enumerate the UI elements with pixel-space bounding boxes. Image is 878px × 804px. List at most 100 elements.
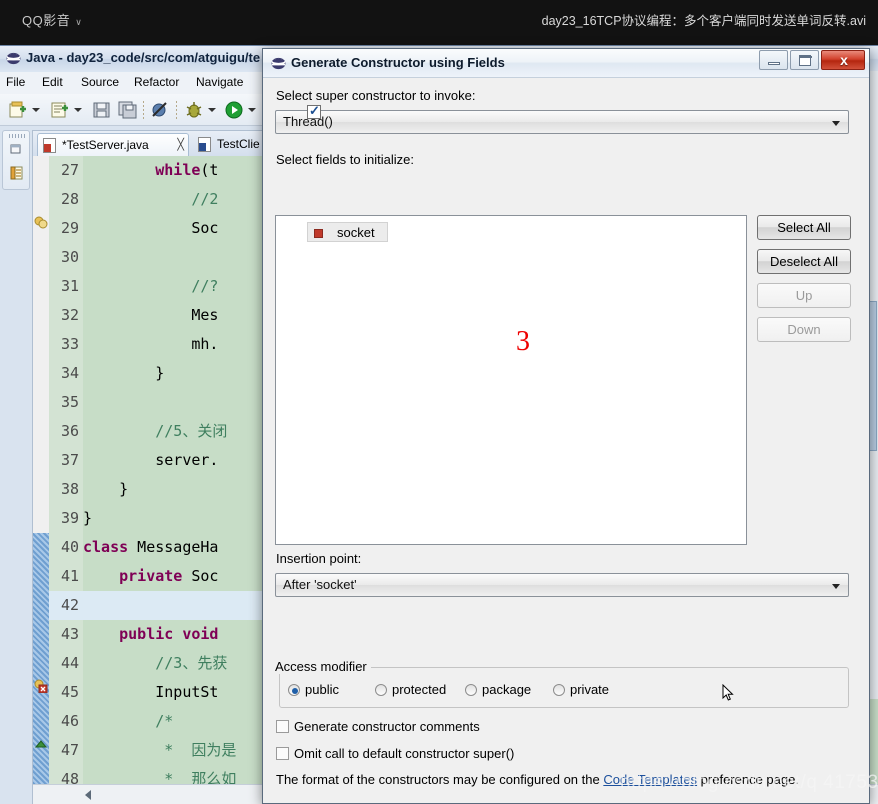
menu-item-source[interactable]: Source — [81, 75, 119, 89]
scroll-left-icon[interactable] — [85, 790, 91, 800]
mouse-cursor-icon — [722, 684, 734, 701]
line-number: 43 — [60, 625, 79, 643]
error-marker-icon[interactable] — [34, 679, 48, 693]
line-number: 40 — [60, 538, 79, 556]
close-button[interactable]: x — [821, 50, 865, 70]
menu-item-edit[interactable]: Edit — [42, 75, 63, 89]
radio-private-label: private — [570, 682, 610, 697]
restore-view-icon[interactable] — [9, 141, 25, 157]
warning-marker-icon[interactable] — [34, 215, 48, 229]
line-number-ruler: 27 28 29 30 31 32 33 34 35 36 37 38 39 40 41 42 43 44 45 46… — [49, 156, 83, 784]
checkbox-generate-comments[interactable]: Generate constructor comments — [276, 719, 480, 734]
editor-tab-testserver[interactable]: *TestServer.java ╳ — [37, 133, 189, 156]
toolbar-separator-2 — [176, 101, 177, 119]
radio-protected[interactable]: protected — [375, 682, 446, 697]
package-explorer-icon[interactable] — [9, 165, 25, 181]
new-wizard-dropdown-icon[interactable] — [74, 108, 82, 112]
radio-icon — [375, 684, 387, 696]
eclipse-dialog-icon — [271, 57, 286, 70]
close-icon: x — [840, 52, 848, 68]
insertion-point-value: After 'socket' — [283, 577, 357, 592]
run-dropdown-icon[interactable] — [248, 108, 256, 112]
java-file-icon — [198, 137, 211, 152]
radio-private[interactable]: private — [553, 682, 609, 697]
fields-label: Select fields to initialize: — [276, 152, 415, 167]
super-constructor-combo[interactable]: Thread() — [275, 110, 849, 134]
chevron-down-icon[interactable] — [832, 121, 840, 126]
access-modifier-label: Access modifier — [271, 659, 371, 674]
line-number: 46 — [60, 712, 79, 730]
eclipse-window-title: Java - day23_code/src/com/atguigu/te — [26, 50, 261, 65]
select-all-button[interactable]: Select All — [757, 215, 851, 240]
line-number: 42 — [49, 591, 83, 620]
eclipse-app-icon — [6, 52, 21, 65]
editor-tab-testserver-label: *TestServer.java — [62, 138, 149, 152]
move-down-button[interactable]: Down — [757, 317, 851, 342]
code-templates-link[interactable]: Code Templates — [603, 772, 697, 787]
fields-list[interactable]: socket 3 — [275, 215, 747, 545]
super-constructor-label: Select super constructor to invoke: — [276, 88, 476, 103]
new-file-dropdown-icon[interactable] — [32, 108, 40, 112]
radio-package-label: package — [482, 682, 532, 697]
deselect-all-button[interactable]: Deselect All — [757, 249, 851, 274]
qq-player-logo[interactable]: QQ影音 ∨ — [22, 10, 82, 29]
annotation-ruler[interactable] — [33, 156, 49, 784]
line-number: 28 — [60, 190, 79, 208]
step-annotation-3: 3 — [516, 326, 530, 357]
debug-dropdown-icon[interactable] — [208, 108, 216, 112]
checkbox-omit-super[interactable]: Omit call to default constructor super() — [276, 746, 514, 761]
format-note: The format of the constructors may be co… — [276, 772, 799, 787]
radio-public[interactable]: public — [288, 682, 339, 697]
qq-player-topbar: QQ影音 ∨ day23_16TCP协议编程：多个客户端同时发送单词反转.avi — [0, 0, 878, 45]
insertion-point-label: Insertion point: — [276, 551, 362, 566]
minimize-button[interactable] — [759, 50, 788, 70]
video-title: day23_16TCP协议编程：多个客户端同时发送单词反转.avi — [541, 14, 866, 28]
dialog-body: Select super constructor to invoke: Thre… — [263, 78, 869, 803]
line-number: 47 — [60, 741, 79, 759]
field-list-item-socket[interactable]: socket — [307, 222, 388, 242]
checkbox-omit-super-label: Omit call to default constructor super() — [294, 746, 515, 761]
menu-item-refactor[interactable]: Refactor — [134, 75, 179, 89]
field-checkbox-socket[interactable]: ✓ — [307, 103, 321, 119]
radio-icon — [288, 684, 300, 696]
line-number: 27 — [60, 161, 79, 179]
radio-public-label: public — [305, 682, 339, 697]
menu-item-file[interactable]: File — [6, 75, 25, 89]
toolbar-separator-1 — [143, 101, 144, 119]
line-number: 38 — [60, 480, 79, 498]
new-wizard-icon[interactable] — [50, 100, 70, 120]
line-number: 48 — [60, 770, 79, 784]
maximize-button[interactable] — [790, 50, 819, 70]
radio-icon — [465, 684, 477, 696]
menu-item-navigate[interactable]: Navigate — [196, 75, 243, 89]
move-up-button[interactable]: Up — [757, 283, 851, 308]
close-icon[interactable]: ╳ — [177, 138, 184, 151]
save-icon[interactable] — [92, 100, 112, 120]
dialog-title: Generate Constructor using Fields — [291, 55, 505, 70]
dialog-titlebar[interactable]: Generate Constructor using Fields x — [263, 49, 869, 78]
editor-tab-testclient-label: TestClie — [217, 137, 260, 151]
skip-breakpoints-icon[interactable] — [150, 100, 170, 120]
save-all-icon[interactable] — [118, 100, 138, 120]
toolstrip-grip[interactable] — [9, 134, 25, 138]
chevron-down-icon[interactable] — [832, 584, 840, 589]
format-note-prefix: The format of the constructors may be co… — [276, 772, 604, 787]
collapse-arrow-icon[interactable] — [34, 737, 48, 751]
line-number: 36 — [60, 422, 79, 440]
java-file-error-icon — [43, 138, 56, 153]
radio-protected-label: protected — [392, 682, 447, 697]
new-file-icon[interactable] — [8, 100, 28, 120]
checkbox-icon — [276, 747, 289, 760]
line-number: 41 — [60, 567, 79, 585]
debug-icon[interactable] — [184, 100, 204, 120]
line-number: 37 — [60, 451, 79, 469]
screen-root: QQ影音 ∨ day23_16TCP协议编程：多个客户端同时发送单词反转.avi … — [0, 0, 878, 804]
chevron-down-icon[interactable]: ∨ — [75, 17, 82, 27]
generate-constructor-dialog: Generate Constructor using Fields x Sele… — [262, 48, 870, 804]
run-icon[interactable] — [224, 100, 244, 120]
radio-package[interactable]: package — [465, 682, 531, 697]
field-label: socket — [337, 225, 375, 240]
checkbox-icon — [276, 720, 289, 733]
insertion-point-combo[interactable]: After 'socket' — [275, 573, 849, 597]
minimize-icon — [768, 62, 780, 65]
